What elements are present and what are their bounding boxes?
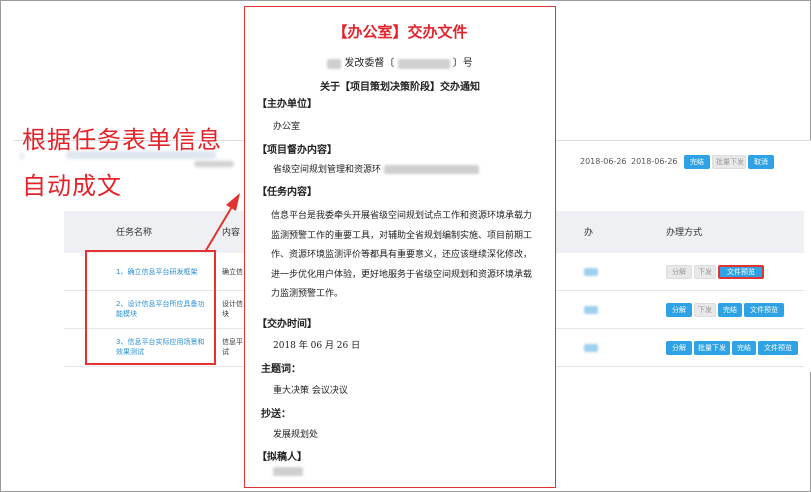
- task-content: 信息平试: [222, 338, 243, 356]
- cancel-button[interactable]: 取消: [748, 155, 774, 169]
- handler-blur: [584, 344, 598, 352]
- task-name-highlight: [85, 250, 216, 365]
- generated-document: 【办公室】交办文件 发改委督〔 〕号 关于【项目策划决策阶段】交办通知 【主办单…: [244, 6, 556, 488]
- keywords-label: 主题词：: [261, 364, 301, 375]
- col-handle-method: 办理方式: [666, 228, 703, 238]
- file-preview-button[interactable]: 文件预览: [758, 341, 798, 355]
- document-number: 发改委督〔 〕号: [245, 54, 555, 69]
- host-unit-value: 办公室: [273, 122, 301, 132]
- drafter-value: [273, 467, 303, 477]
- complete-button[interactable]: 完结: [684, 155, 710, 169]
- number-prefix-blur: [327, 58, 342, 69]
- col-content: 内容: [222, 228, 241, 238]
- issue-button[interactable]: 下发: [694, 303, 716, 317]
- split-button[interactable]: 分解: [666, 341, 692, 355]
- host-unit-label: 【主办单位】: [257, 99, 317, 110]
- supervise-blur: [383, 165, 479, 174]
- col-task-name: 任务名称: [116, 228, 153, 238]
- complete-button[interactable]: 完结: [732, 341, 756, 355]
- handover-time-label: 【交办时间】: [257, 319, 317, 330]
- end-date: 2018-06-26: [631, 157, 678, 166]
- supervise-content: 省级空间规划管理和资源环: [273, 162, 479, 175]
- issue-button[interactable]: 下发: [694, 265, 716, 279]
- document-subject: 关于【项目策划决策阶段】交办通知: [320, 82, 480, 93]
- document-title: 【办公室】交办文件: [332, 23, 468, 41]
- supervise-value: 省级空间规划管理和资源环: [273, 165, 382, 175]
- drafter-label: 【拟稿人】: [257, 452, 307, 463]
- supervise-label: 【项目督办内容】: [257, 145, 337, 156]
- task-content: 确立信: [222, 268, 243, 276]
- task-content: 设计信块: [222, 300, 243, 318]
- task-content-text: 信息平台是我委牵头开展省级空间规划试点工作和资源环境承载力监测预警工作的重要工具…: [271, 211, 533, 299]
- cc-value: 发展规划处: [273, 430, 319, 440]
- handler-blur: [584, 268, 598, 276]
- file-preview-button[interactable]: 文件预览: [744, 303, 784, 317]
- drafter-blur: [273, 467, 303, 476]
- number-value-blur: [397, 58, 450, 69]
- annotation-line-2: 自动成文: [22, 172, 122, 200]
- number-mid: 发改委督〔: [344, 58, 395, 69]
- split-button[interactable]: 分解: [666, 303, 692, 317]
- start-date: 2018-06-26: [580, 157, 627, 166]
- number-end: 〕号: [452, 58, 473, 69]
- annotation-line-1: 根据任务表单信息: [22, 126, 222, 154]
- cc-label: 抄送：: [261, 409, 291, 420]
- batch-issue-button[interactable]: 批量下发: [712, 155, 746, 169]
- task-content-label: 【任务内容】: [257, 187, 317, 198]
- col-handler-partial: 办: [584, 228, 594, 238]
- file-preview-button[interactable]: 文件预览: [718, 265, 764, 279]
- handler-blur: [584, 306, 598, 314]
- task-id-blur: [194, 161, 234, 167]
- batch-issue-button[interactable]: 批量下发: [694, 341, 730, 355]
- keywords-value: 重大决策 会议决议: [273, 386, 348, 396]
- split-button[interactable]: 分解: [666, 265, 692, 279]
- complete-button[interactable]: 完结: [718, 303, 742, 317]
- handover-time-value: 2018 年 06 月 26 日: [273, 341, 361, 351]
